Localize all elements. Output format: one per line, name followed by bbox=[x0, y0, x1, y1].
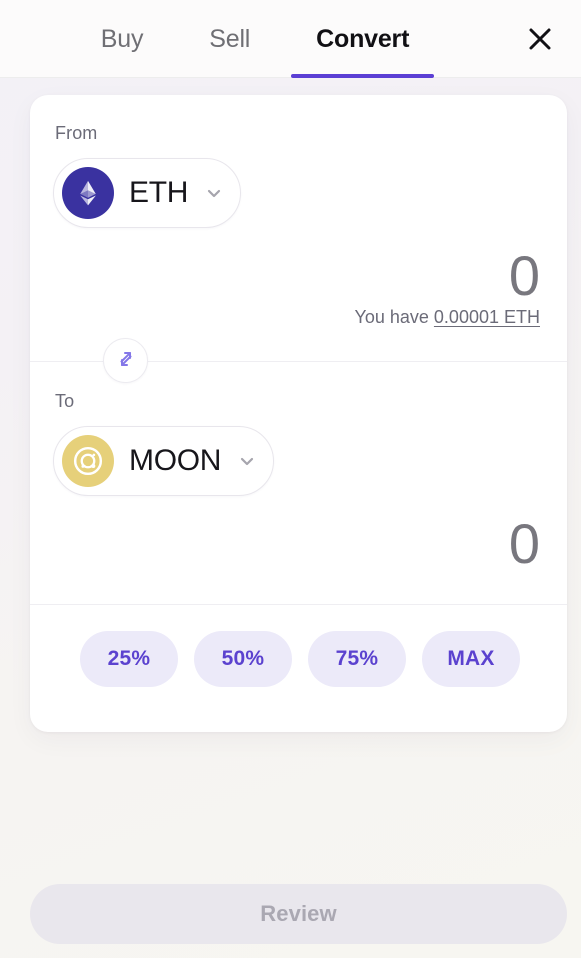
from-amount-input[interactable] bbox=[160, 243, 540, 308]
from-label: From bbox=[55, 123, 98, 143]
from-balance: You have 0.00001 ETH bbox=[354, 307, 540, 328]
from-token-selector[interactable]: ETH bbox=[53, 158, 242, 228]
balance-prefix: You have bbox=[354, 307, 429, 327]
quick-amount-50[interactable]: 50% bbox=[194, 631, 292, 687]
to-token-selector[interactable]: MOON bbox=[53, 426, 275, 496]
swap-direction-button[interactable] bbox=[103, 338, 148, 383]
to-token-symbol: MOON bbox=[129, 444, 222, 477]
chevron-down-icon bbox=[204, 183, 224, 203]
convert-card: From ETH You have bbox=[30, 95, 567, 732]
swap-arrows-icon bbox=[114, 347, 138, 374]
tab-convert[interactable]: Convert bbox=[283, 0, 442, 78]
chevron-down-icon bbox=[237, 451, 257, 471]
header: Buy Sell Convert bbox=[0, 0, 581, 78]
convert-screen: Buy Sell Convert From ETH 0 You have 0.0… bbox=[0, 0, 581, 958]
review-button[interactable]: Review bbox=[30, 884, 567, 944]
tab-sell[interactable]: Sell bbox=[176, 0, 283, 78]
from-token-symbol: ETH bbox=[129, 176, 189, 209]
to-label: To bbox=[55, 391, 75, 411]
tab-bar: Buy Sell Convert bbox=[0, 0, 510, 78]
ethereum-icon bbox=[62, 167, 114, 219]
tab-buy[interactable]: Buy bbox=[68, 0, 176, 78]
divider-quick-amounts bbox=[30, 604, 567, 605]
to-amount-input[interactable] bbox=[160, 511, 540, 576]
moon-coin-icon bbox=[62, 435, 114, 487]
quick-amount-row: 25% 50% 75% MAX bbox=[80, 631, 520, 687]
quick-amount-25[interactable]: 25% bbox=[80, 631, 178, 687]
quick-amount-max[interactable]: MAX bbox=[422, 631, 520, 687]
close-icon bbox=[525, 24, 555, 54]
close-button[interactable] bbox=[515, 14, 565, 64]
balance-value[interactable]: 0.00001 ETH bbox=[434, 307, 540, 327]
quick-amount-75[interactable]: 75% bbox=[308, 631, 406, 687]
